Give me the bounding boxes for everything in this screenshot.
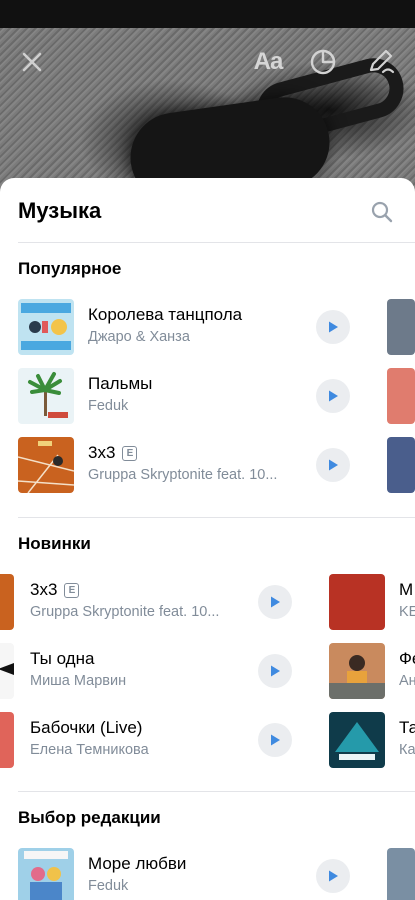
play-button[interactable] xyxy=(316,859,350,893)
album-cover-prev xyxy=(0,574,14,630)
play-icon xyxy=(271,665,280,677)
story-toolbar: Aa xyxy=(0,40,415,84)
track-title: М xyxy=(399,580,414,599)
section-title-popular: Популярное xyxy=(18,259,122,278)
track-title: Море любви xyxy=(88,854,187,873)
explicit-badge: E xyxy=(64,583,80,598)
play-icon xyxy=(271,596,280,608)
track-artist: Ан xyxy=(399,673,415,689)
sheet-header: Музыка xyxy=(0,178,415,242)
track-item[interactable]: Пальмы Feduk xyxy=(18,368,415,428)
divider xyxy=(18,517,415,518)
track-artist: Миша Марвин xyxy=(30,673,127,689)
play-icon xyxy=(271,734,280,746)
track-artist: KE xyxy=(399,604,415,620)
album-cover-next xyxy=(387,368,415,424)
text-tool-label: Aa xyxy=(253,48,284,75)
status-bar xyxy=(0,0,415,28)
album-cover-next xyxy=(387,299,415,355)
album-cover-prev xyxy=(0,643,14,699)
track-item[interactable]: Бабочки (Live) Елена Темникова Та Ка xyxy=(30,712,415,772)
album-cover xyxy=(18,848,74,900)
play-icon xyxy=(329,390,338,402)
play-button[interactable] xyxy=(258,723,292,757)
track-artist: Feduk xyxy=(88,398,129,414)
album-cover xyxy=(18,299,74,355)
play-icon xyxy=(329,870,338,882)
track-artist: Елена Темникова xyxy=(30,742,149,758)
track-title: Фе xyxy=(399,649,415,668)
album-cover xyxy=(329,643,385,699)
album-cover xyxy=(18,437,74,493)
section-title-editors: Выбор редакции xyxy=(18,808,161,827)
track-item[interactable]: 3x3 E Gruppa Skryptonite feat. 10... xyxy=(18,437,415,497)
track-title: 3x3 E xyxy=(30,580,80,600)
sticker-icon xyxy=(310,49,336,75)
track-title: Ты одна xyxy=(30,649,95,668)
track-title: Королева танцпола xyxy=(88,305,243,324)
track-title: Та xyxy=(399,718,415,737)
draw-tool-button[interactable] xyxy=(364,40,400,84)
track-item[interactable]: Королева танцпола Джаро & Ханза xyxy=(18,299,415,359)
album-cover-next xyxy=(387,848,415,900)
divider xyxy=(18,791,415,792)
track-item[interactable]: Море любви Feduk xyxy=(18,848,415,900)
section-title-new: Новинки xyxy=(18,534,91,553)
search-icon xyxy=(371,201,393,223)
close-button[interactable] xyxy=(14,40,50,84)
track-title: 3x3 E xyxy=(88,443,138,463)
track-title: Пальмы xyxy=(88,374,153,393)
search-button[interactable] xyxy=(368,198,396,226)
track-artist: Gruppa Skryptonite feat. 10... xyxy=(88,467,278,483)
play-button[interactable] xyxy=(316,448,350,482)
album-cover-next xyxy=(387,437,415,493)
play-button[interactable] xyxy=(258,654,292,688)
track-item[interactable]: 3x3 E Gruppa Skryptonite feat. 10... М KE xyxy=(30,574,415,634)
album-cover xyxy=(329,574,385,630)
close-icon xyxy=(22,52,42,72)
track-artist: Ка xyxy=(399,742,415,758)
play-icon xyxy=(329,459,338,471)
explicit-badge: E xyxy=(122,446,138,461)
track-title: Бабочки (Live) xyxy=(30,718,143,737)
music-picker-sheet: Музыка Популярное Королева танцпола Джар… xyxy=(0,178,415,900)
play-icon xyxy=(329,321,338,333)
play-button[interactable] xyxy=(258,585,292,619)
track-artist: Джаро & Ханза xyxy=(88,329,190,345)
album-cover xyxy=(329,712,385,768)
track-artist: Gruppa Skryptonite feat. 10... xyxy=(30,604,220,620)
sticker-tool-button[interactable] xyxy=(305,40,341,84)
play-button[interactable] xyxy=(316,379,350,413)
album-cover xyxy=(18,368,74,424)
divider xyxy=(18,242,415,243)
track-artist: Feduk xyxy=(88,878,129,894)
pencil-icon xyxy=(369,49,395,74)
text-tool-button[interactable]: Aa xyxy=(248,40,288,84)
album-cover-prev xyxy=(0,712,14,768)
track-item[interactable]: Ты одна Миша Марвин Фе Ан xyxy=(30,643,415,703)
play-button[interactable] xyxy=(316,310,350,344)
sheet-title: Музыка xyxy=(18,198,102,223)
